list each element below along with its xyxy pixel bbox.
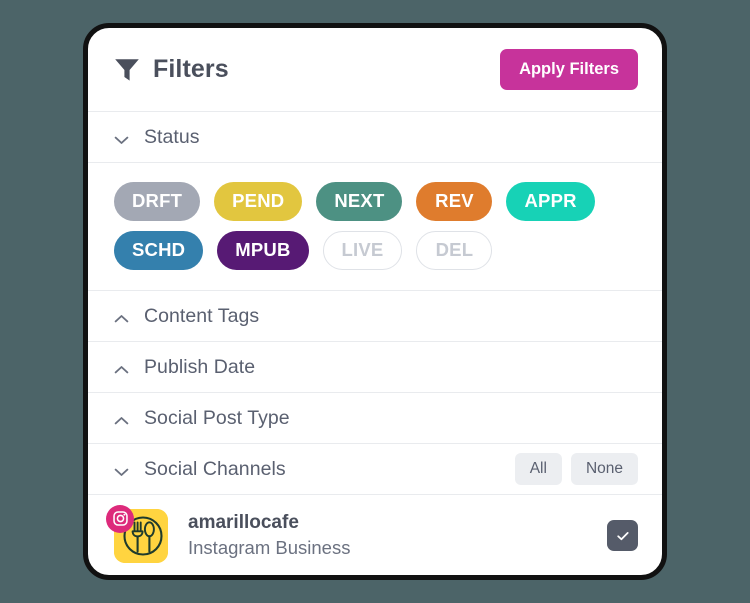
status-badge-schd[interactable]: SCHD (114, 231, 204, 270)
section-label-social-post-type: Social Post Type (144, 406, 290, 429)
funnel-icon (114, 57, 140, 82)
channel-checkbox[interactable] (607, 520, 638, 551)
status-badge-drft[interactable]: DRFT (114, 182, 201, 221)
channel-name: amarillocafe (188, 512, 299, 533)
section-header-publish-date[interactable]: Publish Date (88, 342, 662, 393)
select-all-channels-button[interactable]: All (514, 452, 562, 486)
channel-info: amarillocafe Instagram Business (188, 512, 350, 559)
status-badge-del[interactable]: DEL (416, 231, 493, 270)
section-label-social-channels: Social Channels (144, 457, 286, 480)
chevron-up-icon (114, 362, 129, 374)
section-header-social-post-type[interactable]: Social Post Type (88, 393, 662, 444)
chevron-down-icon (114, 464, 129, 476)
status-badge-appr[interactable]: APPR (506, 182, 595, 221)
panel-title-group: Filters (114, 55, 500, 84)
status-badge-pend[interactable]: PEND (214, 182, 303, 221)
avatar (106, 504, 168, 563)
chevron-up-icon (114, 413, 129, 425)
chevron-up-icon (114, 311, 129, 323)
status-filter-body: DRFT PEND NEXT REV APPR SCHD MPUB LIVE DEL (88, 163, 662, 291)
status-badge-mpub[interactable]: MPUB (217, 231, 309, 270)
status-badge-next[interactable]: NEXT (316, 182, 403, 221)
channel-list-item[interactable]: amarillocafe Instagram Business (88, 495, 662, 575)
apply-filters-button[interactable]: Apply Filters (500, 48, 638, 91)
section-header-social-channels[interactable]: Social Channels All None (88, 444, 662, 495)
select-none-channels-button[interactable]: None (570, 452, 638, 486)
chevron-down-icon (114, 132, 129, 144)
section-label-publish-date: Publish Date (144, 355, 256, 378)
status-badge-live[interactable]: LIVE (322, 231, 403, 270)
section-label-status: Status (144, 125, 200, 148)
page-title: Filters (153, 55, 229, 83)
section-label-content-tags: Content Tags (144, 304, 260, 327)
panel-header: Filters Apply Filters (88, 28, 662, 112)
status-badge-list: DRFT PEND NEXT REV APPR SCHD MPUB LIVE DEL (114, 182, 638, 270)
section-header-status[interactable]: Status (88, 112, 662, 163)
filters-panel: Filters Apply Filters Status DRFT PEND NEX… (83, 23, 667, 580)
instagram-icon (106, 504, 134, 533)
status-badge-rev[interactable]: REV (416, 182, 493, 221)
channel-type: Instagram Business (188, 537, 351, 558)
section-header-content-tags[interactable]: Content Tags (88, 291, 662, 342)
